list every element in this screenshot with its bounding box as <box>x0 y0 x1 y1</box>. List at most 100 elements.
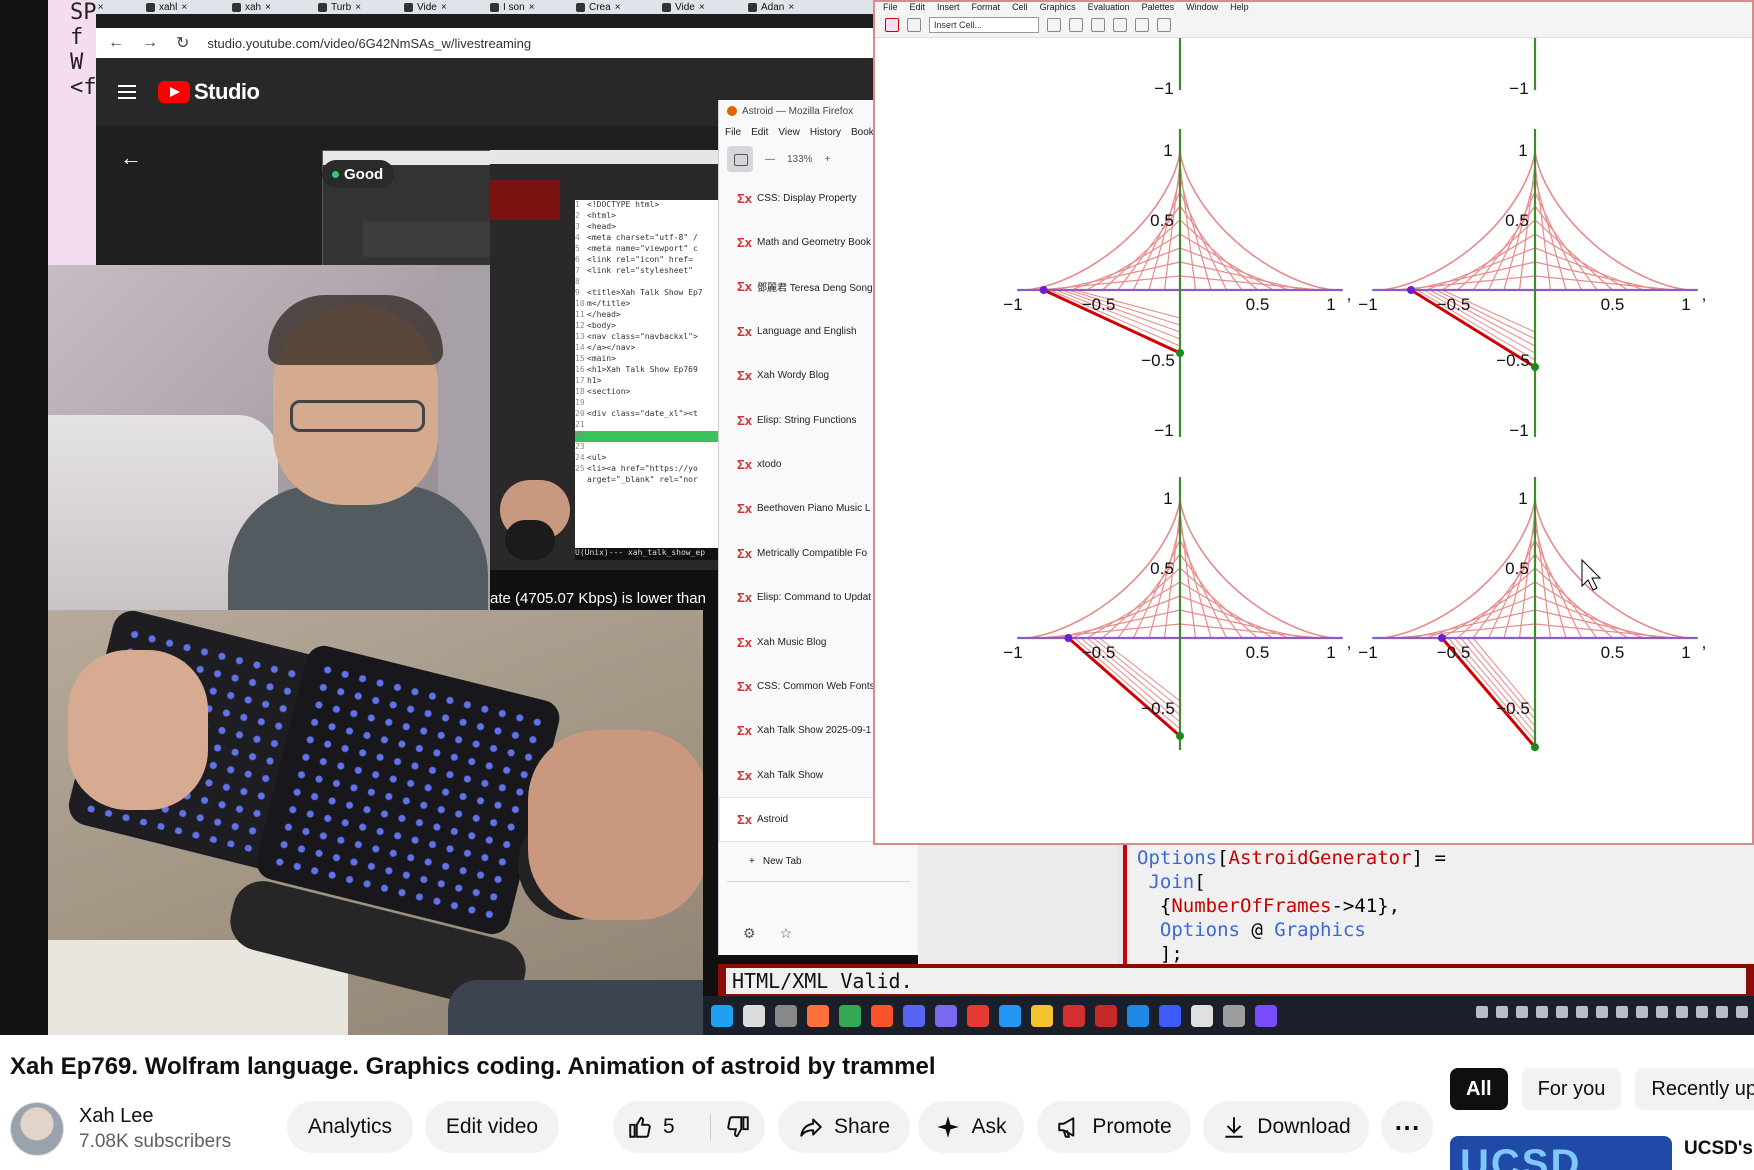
mathematica-menu-item[interactable]: Cell <box>1012 2 1028 12</box>
browser-tab[interactable]: Turb × <box>314 1 396 13</box>
mathematica-menu-item[interactable]: Format <box>972 2 1001 12</box>
zoom-level[interactable]: 133% <box>787 154 813 165</box>
back-arrow-icon[interactable]: ← <box>120 145 142 171</box>
tray-icon[interactable] <box>1576 1006 1588 1018</box>
star-icon[interactable]: ☆ <box>780 925 793 942</box>
taskbar-app-icon[interactable] <box>743 1004 765 1027</box>
notebook-code-cell[interactable]: Options[AstroidGenerator] = Join[ {Numbe… <box>918 845 1754 965</box>
firefox-menu-item[interactable]: Book <box>851 127 874 138</box>
firefox-menu-item[interactable]: File <box>725 127 741 138</box>
recommendation-thumbnail[interactable]: UCSD <box>1450 1136 1672 1170</box>
tab-close-icon[interactable]: × <box>181 2 187 13</box>
tray-icon[interactable] <box>1656 1006 1668 1018</box>
taskbar-app-icon[interactable] <box>1255 1004 1277 1027</box>
toolbar-icon[interactable] <box>1091 17 1105 32</box>
taskbar-app-icon[interactable] <box>1191 1004 1213 1027</box>
cell-input[interactable]: Options[AstroidGenerator] = Join[ {Numbe… <box>1123 845 1754 965</box>
insert-cell-select[interactable]: Insert Cell... <box>929 16 1039 33</box>
settings-icon[interactable]: ⚙ <box>743 925 756 942</box>
reload-icon[interactable]: ↻ <box>176 33 189 53</box>
toolbar-icon[interactable] <box>1113 17 1127 32</box>
tray-icon[interactable] <box>1716 1006 1728 1018</box>
mathematica-menu-item[interactable]: Palettes <box>1142 2 1175 12</box>
taskbar-app-icon[interactable] <box>775 1004 797 1027</box>
zoom-out-icon[interactable]: — <box>765 154 775 165</box>
tab-close-icon[interactable]: × <box>788 2 794 13</box>
browser-tab[interactable]: xahl × <box>142 1 224 13</box>
tab-close-icon[interactable]: × <box>355 2 361 13</box>
more-actions-button[interactable]: ⋯ <box>1381 1101 1433 1153</box>
taskbar-app-icon[interactable] <box>935 1004 957 1027</box>
filter-chip[interactable]: All <box>1450 1068 1508 1110</box>
new-tab-button[interactable]: + New Tab <box>727 842 910 882</box>
firefox-menu-item[interactable]: View <box>778 127 800 138</box>
ask-button[interactable]: Ask <box>918 1101 1024 1153</box>
tray-icon[interactable] <box>1616 1006 1628 1018</box>
browser-tab[interactable]: Vide × <box>658 1 740 13</box>
tab-close-icon[interactable]: × <box>699 2 705 13</box>
edit-video-button[interactable]: Edit video <box>425 1101 559 1153</box>
mathematica-menu-item[interactable]: Edit <box>910 2 926 12</box>
browser-tab[interactable]: Vide × <box>400 1 482 13</box>
toolbar-icon[interactable] <box>1047 17 1061 32</box>
url-text[interactable]: studio.youtube.com/video/6G42NmSAs_w/liv… <box>207 36 531 51</box>
taskbar-app-icon[interactable] <box>711 1004 733 1027</box>
youtube-studio-logo[interactable]: Studio <box>158 79 260 105</box>
back-icon[interactable]: ← <box>108 34 124 52</box>
browser-tab[interactable]: Crea × <box>572 1 654 13</box>
tab-close-icon[interactable]: × <box>441 2 447 13</box>
channel-avatar[interactable] <box>10 1102 64 1156</box>
tray-icon[interactable] <box>1696 1006 1708 1018</box>
tray-icon[interactable] <box>1476 1006 1488 1018</box>
browser-tab[interactable]: I son × <box>486 1 568 13</box>
tab-close-icon[interactable]: × <box>265 2 271 13</box>
tab-close-icon[interactable]: × <box>98 2 104 13</box>
taskbar-app-icon[interactable] <box>1031 1004 1053 1027</box>
tab-close-icon[interactable]: × <box>529 2 535 13</box>
promote-button[interactable]: Promote <box>1037 1101 1191 1153</box>
mathematica-menu-item[interactable]: Graphics <box>1040 2 1076 12</box>
sidebar-toggle-button[interactable] <box>727 146 753 172</box>
taskbar-app-icon[interactable] <box>871 1004 893 1027</box>
tray-icon[interactable] <box>1516 1006 1528 1018</box>
dislike-button[interactable] <box>711 1114 751 1140</box>
recommendation-title[interactable]: UCSD's <box>1684 1138 1753 1160</box>
toolbar-icon[interactable] <box>1069 17 1083 32</box>
forward-icon[interactable]: → <box>142 34 158 52</box>
taskbar-app-icon[interactable] <box>1223 1004 1245 1027</box>
tray-icon[interactable] <box>1596 1006 1608 1018</box>
taskbar-app-icon[interactable] <box>999 1004 1021 1027</box>
cell-style-icon[interactable] <box>907 17 921 32</box>
download-button[interactable]: Download <box>1203 1101 1369 1153</box>
toolbar-icon[interactable] <box>1135 17 1149 32</box>
stop-icon[interactable] <box>885 17 899 32</box>
mathematica-menu-item[interactable]: Insert <box>937 2 960 12</box>
filter-chip[interactable]: Recently up <box>1635 1068 1754 1110</box>
taskbar-app-icon[interactable] <box>1095 1004 1117 1027</box>
taskbar-app-icon[interactable] <box>1063 1004 1085 1027</box>
tray-icon[interactable] <box>1536 1006 1548 1018</box>
tray-icon[interactable] <box>1556 1006 1568 1018</box>
tray-icon[interactable] <box>1736 1006 1748 1018</box>
share-button[interactable]: Share <box>778 1101 910 1153</box>
video-player[interactable]: Wha×xahl×xah×Turb×Vide×I son×Crea×Vide×A… <box>0 0 1754 1035</box>
taskbar-app-icon[interactable] <box>1127 1004 1149 1027</box>
zoom-in-icon[interactable]: + <box>825 154 831 165</box>
like-button[interactable]: 5 <box>627 1114 711 1140</box>
taskbar-app-icon[interactable] <box>1159 1004 1181 1027</box>
mathematica-menu-item[interactable]: Help <box>1230 2 1249 12</box>
tray-icon[interactable] <box>1496 1006 1508 1018</box>
taskbar-app-icon[interactable] <box>967 1004 989 1027</box>
mathematica-menu-item[interactable]: Window <box>1186 2 1218 12</box>
firefox-menu-item[interactable]: History <box>810 127 841 138</box>
taskbar-app-icon[interactable] <box>903 1004 925 1027</box>
taskbar-app-icon[interactable] <box>839 1004 861 1027</box>
channel-name[interactable]: Xah Lee <box>79 1105 154 1128</box>
taskbar-app-icon[interactable] <box>807 1004 829 1027</box>
filter-chip[interactable]: For you <box>1521 1068 1622 1110</box>
address-bar[interactable]: ← → ↻ studio.youtube.com/video/6G42NmSAs… <box>96 28 878 58</box>
firefox-menu-item[interactable]: Edit <box>751 127 768 138</box>
tab-close-icon[interactable]: × <box>615 2 621 13</box>
tray-icon[interactable] <box>1676 1006 1688 1018</box>
browser-tab[interactable]: Adan × <box>744 1 826 13</box>
